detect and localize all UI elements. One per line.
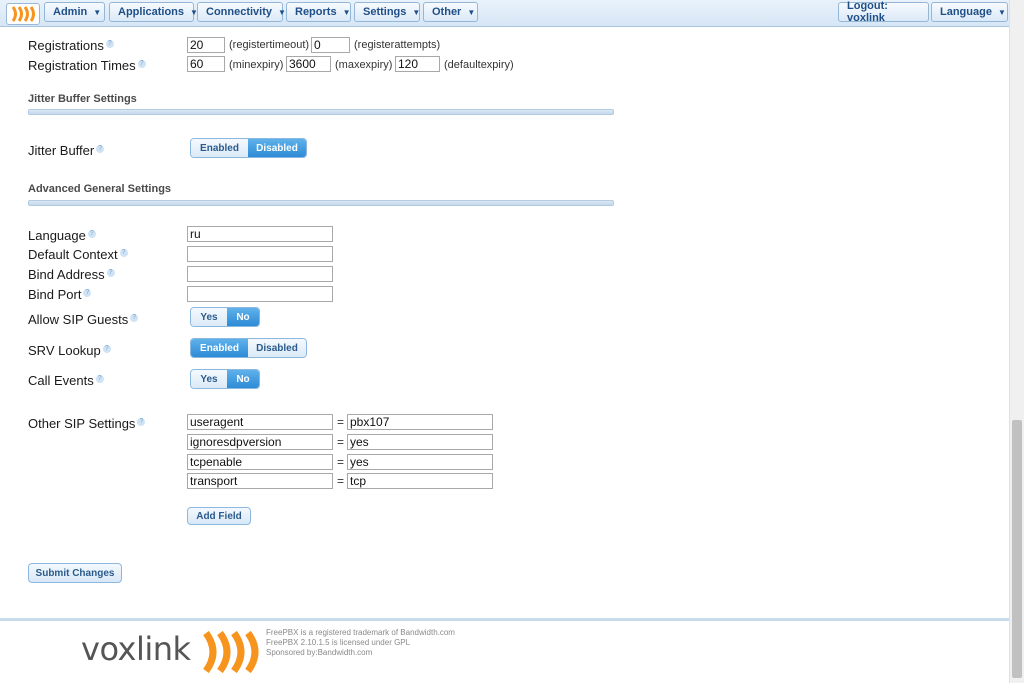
equals-sign: = (337, 455, 345, 469)
nav-settings-menu[interactable]: Settings ▼ (354, 2, 420, 22)
voxlink-logo-text: voxlink (81, 630, 191, 668)
sip-setting-key-input[interactable] (187, 473, 333, 489)
chevron-down-icon: ▼ (467, 7, 476, 17)
jitter-buffer-toggle: Enabled Disabled (190, 138, 307, 158)
srv-lookup-label: SRV Lookup? (28, 343, 111, 358)
call-events-no-option[interactable]: No (227, 370, 259, 388)
default-context-label: Default Context? (28, 247, 128, 262)
registration-times-label: Registration Times? (28, 58, 146, 73)
maxexpiry-note: (maxexpiry) (335, 59, 393, 71)
language-label: Language? (28, 228, 96, 243)
sip-setting-value-input[interactable] (347, 434, 493, 450)
freepbx-logo-icon[interactable] (6, 3, 40, 25)
registertimeout-input[interactable] (187, 37, 225, 53)
call-events-yes-option[interactable]: Yes (191, 370, 227, 388)
sip-setting-key-input[interactable] (187, 414, 333, 430)
jitter-enabled-option[interactable]: Enabled (191, 139, 248, 157)
help-icon[interactable]: ? (105, 39, 114, 48)
section-divider (28, 109, 614, 115)
nav-other-menu[interactable]: Other ▼ (423, 2, 478, 22)
bind-port-label: Bind Port? (28, 287, 92, 302)
maxexpiry-input[interactable] (286, 56, 331, 72)
nav-reports-menu[interactable]: Reports ▼ (286, 2, 351, 22)
sip-setting-value-input[interactable] (347, 414, 493, 430)
submit-changes-button[interactable]: Submit Changes (28, 563, 122, 583)
nav-reports-label: Reports (295, 6, 337, 18)
equals-sign: = (337, 415, 345, 429)
equals-sign: = (337, 474, 345, 488)
minexpiry-note: (minexpiry) (229, 59, 284, 71)
nav-connectivity-label: Connectivity (206, 6, 273, 18)
help-icon[interactable]: ? (83, 288, 92, 297)
advanced-section-title: Advanced General Settings (28, 183, 172, 195)
allow-guests-no-option[interactable]: No (227, 308, 259, 326)
chevron-down-icon: ▼ (93, 7, 102, 17)
help-icon[interactable]: ? (106, 268, 115, 277)
chevron-down-icon: ▼ (278, 7, 286, 17)
bind-address-label: Bind Address? (28, 267, 115, 282)
registrations-label: Registrations? (28, 38, 114, 53)
section-divider (28, 200, 614, 206)
sip-setting-key-input[interactable] (187, 454, 333, 470)
allow-guests-yes-option[interactable]: Yes (191, 308, 227, 326)
language-menu[interactable]: Language ▼ (931, 2, 1008, 22)
logout-button[interactable]: Logout: voxlink (838, 0, 929, 24)
registerattempts-input[interactable] (311, 37, 350, 53)
add-field-button[interactable]: Add Field (187, 507, 251, 525)
minexpiry-input[interactable] (187, 56, 225, 72)
allow-sip-guests-toggle: Yes No (190, 307, 260, 327)
jitter-section-title: Jitter Buffer Settings (28, 93, 137, 105)
call-events-label: Call Events? (28, 373, 104, 388)
registerattempts-note: (registerattempts) (354, 39, 441, 51)
footer-trademark-text: FreePBX is a registered trademark of Ban… (266, 628, 455, 637)
help-icon[interactable]: ? (137, 417, 146, 426)
top-nav-bar: Admin ▼ Applications ▼ Connectivity ▼ Repor… (0, 0, 1010, 27)
sip-setting-value-input[interactable] (347, 454, 493, 470)
scrollbar-thumb[interactable] (1012, 420, 1022, 678)
nav-admin-menu[interactable]: Admin ▼ (44, 2, 105, 22)
default-context-input[interactable] (187, 246, 333, 262)
nav-admin-label: Admin (53, 6, 88, 18)
voxlink-logo: voxlink (81, 630, 191, 668)
srv-enabled-option[interactable]: Enabled (191, 339, 248, 357)
jitter-disabled-option[interactable]: Disabled (248, 139, 306, 157)
help-icon[interactable]: ? (130, 313, 139, 322)
allow-sip-guests-label: Allow SIP Guests? (28, 312, 139, 327)
chevron-down-icon: ▼ (412, 7, 421, 17)
language-menu-label: Language (940, 6, 992, 18)
nav-applications-label: Applications (118, 6, 185, 18)
nav-settings-label: Settings (363, 6, 407, 18)
equals-sign: = (337, 435, 345, 449)
other-sip-settings-label: Other SIP Settings? (28, 416, 146, 431)
voxlink-waves-icon (203, 631, 259, 673)
logout-label: Logout: voxlink (847, 0, 888, 24)
sip-setting-key-input[interactable] (187, 434, 333, 450)
nav-connectivity-menu[interactable]: Connectivity ▼ (197, 2, 286, 22)
chevron-down-icon: ▼ (997, 7, 1006, 17)
bind-port-input[interactable] (187, 286, 333, 302)
nav-other-label: Other (432, 6, 462, 18)
bind-address-input[interactable] (187, 266, 333, 282)
registertimeout-note: (registertimeout) (229, 39, 310, 51)
help-icon[interactable]: ? (119, 248, 128, 257)
srv-disabled-option[interactable]: Disabled (248, 339, 306, 357)
chevron-down-icon: ▼ (342, 7, 351, 17)
language-input[interactable] (187, 226, 333, 242)
footer-sponsor-text: Sponsored by:Bandwidth.com (266, 648, 373, 657)
help-icon[interactable]: ? (95, 374, 104, 383)
help-icon[interactable]: ? (137, 59, 146, 68)
defaultexpiry-input[interactable] (395, 56, 440, 72)
sip-setting-value-input[interactable] (347, 473, 493, 489)
help-icon[interactable]: ? (87, 229, 96, 238)
srv-lookup-toggle: Enabled Disabled (190, 338, 307, 358)
call-events-toggle: Yes No (190, 369, 260, 389)
help-icon[interactable]: ? (96, 144, 105, 153)
footer-license-text: FreePBX 2.10.1.5 is licensed under GPL (266, 638, 411, 647)
nav-applications-menu[interactable]: Applications ▼ (109, 2, 198, 22)
defaultexpiry-note: (defaultexpiry) (444, 59, 514, 71)
help-icon[interactable]: ? (102, 344, 111, 353)
jitter-buffer-label: Jitter Buffer? (28, 143, 105, 158)
